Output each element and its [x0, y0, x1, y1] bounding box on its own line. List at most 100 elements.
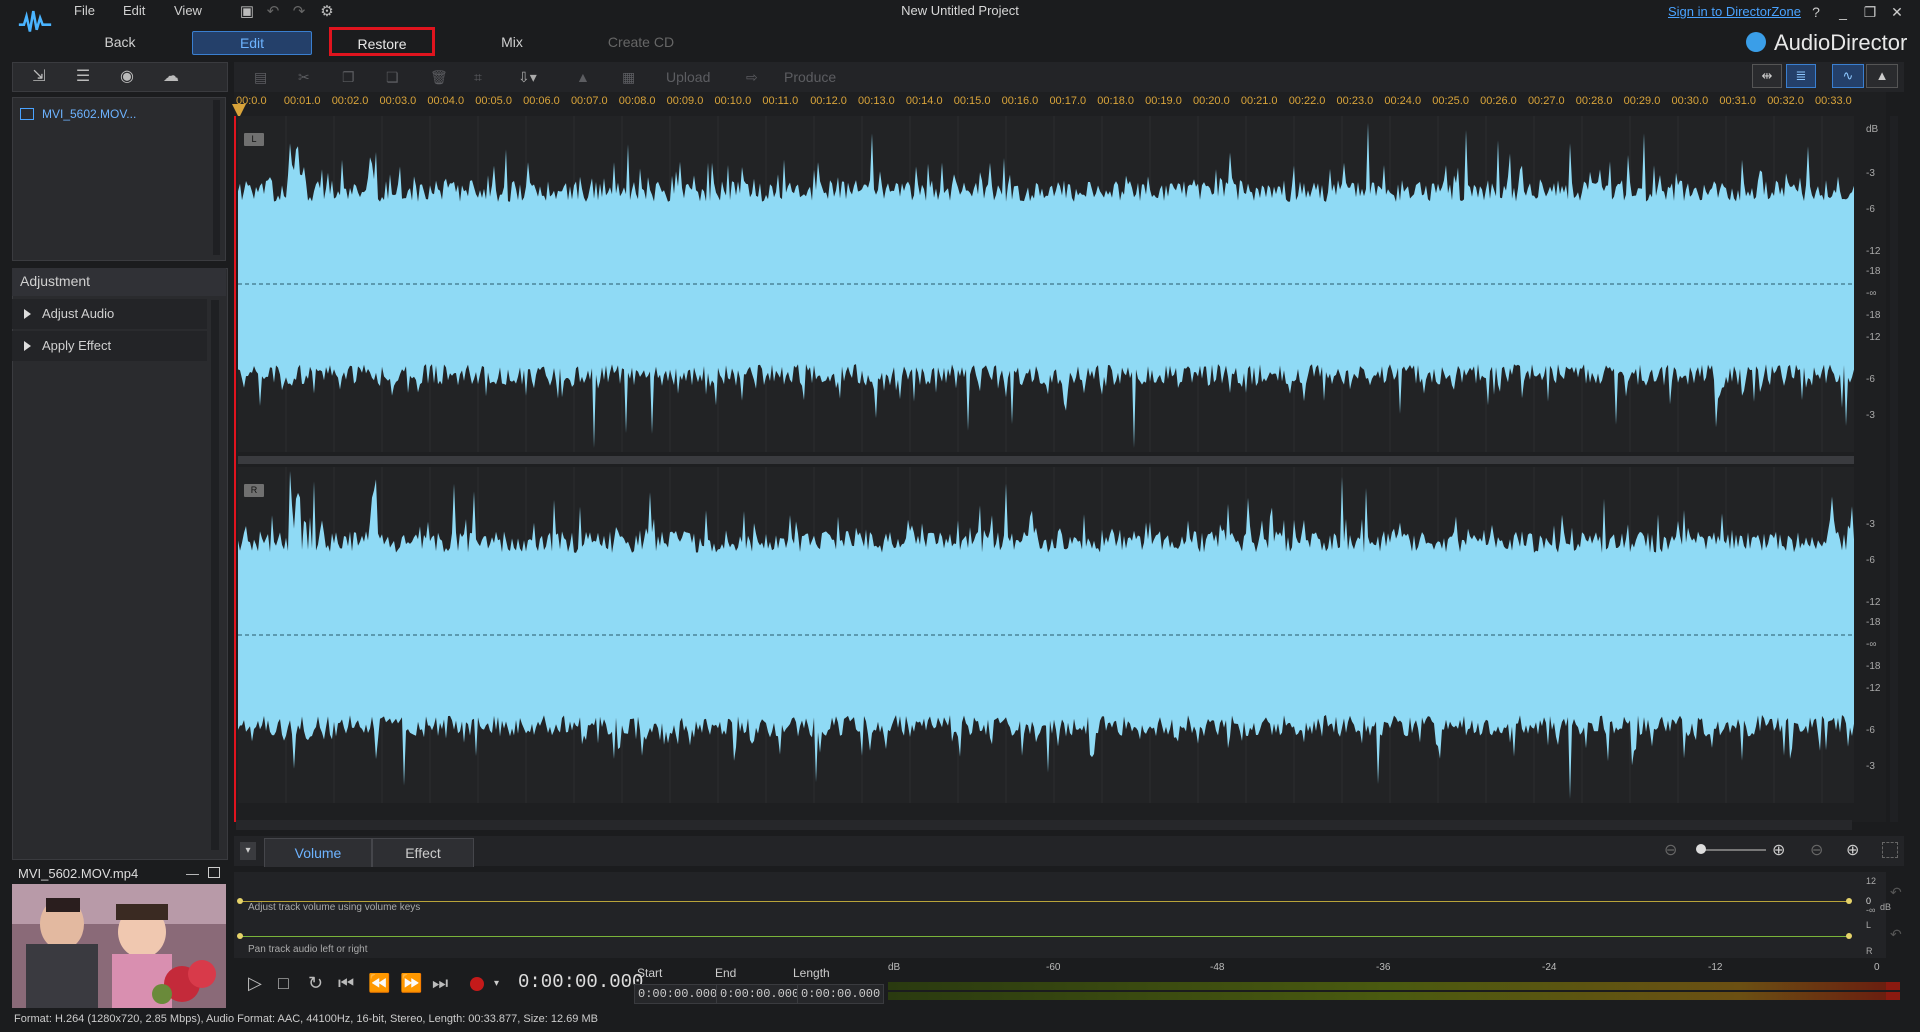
- restore-window-button[interactable]: ❐: [1859, 2, 1881, 22]
- grid-icon[interactable]: ▦: [622, 66, 635, 88]
- ruler-tick: 00:10.0: [714, 95, 752, 107]
- delete-icon[interactable]: 🗑: [430, 66, 448, 88]
- stop-icon[interactable]: □: [278, 973, 289, 994]
- collapse-icon[interactable]: ▾: [240, 842, 256, 860]
- maximize-preview-icon[interactable]: [208, 867, 220, 878]
- media-item[interactable]: MVI_5602.MOV...: [42, 107, 136, 121]
- start-label: Start: [637, 966, 663, 980]
- signin-link[interactable]: Sign in to DirectorZone: [1668, 4, 1801, 19]
- db-label: -18: [1866, 617, 1881, 628]
- reset-volume-icon[interactable]: ↶: [1890, 884, 1902, 901]
- ruler-tick: 00:20.0: [1193, 95, 1230, 107]
- length-field[interactable]: 0:00:00.000: [797, 984, 885, 1004]
- time-ruler[interactable]: 00:0.0 00:01.0 00:02.0 00:03.0 00:04.0 00:05.…: [234, 92, 1886, 116]
- import-list-icon[interactable]: ☰: [70, 66, 96, 86]
- new-icon[interactable]: ▤: [254, 66, 267, 88]
- ruler-tick: 00:02.0: [331, 95, 369, 107]
- end-field[interactable]: 0:00:00.000: [716, 984, 804, 1004]
- close-button[interactable]: ✕: [1886, 2, 1908, 22]
- paste-icon[interactable]: ❏: [386, 66, 399, 88]
- bottom-tab-bar: [234, 836, 1904, 866]
- ruler-tick: 00:09.0: [666, 95, 704, 107]
- fit-all-icon[interactable]: [1882, 842, 1898, 858]
- export-dropdown-icon[interactable]: ⇩▾: [518, 66, 537, 88]
- volume-keyframe-end[interactable]: [1846, 898, 1852, 904]
- project-title: New Untitled Project: [901, 3, 1019, 18]
- produce-button[interactable]: Produce: [784, 66, 836, 88]
- fit-wave-icon[interactable]: ⇹: [1752, 64, 1782, 88]
- pan-line[interactable]: [240, 936, 1850, 937]
- minimize-preview-icon[interactable]: —: [186, 866, 199, 881]
- volume-line[interactable]: [240, 901, 1850, 902]
- record-dropdown-icon[interactable]: ▾: [494, 978, 499, 989]
- video-preview-thumbnail: [12, 884, 226, 1008]
- play-icon[interactable]: ▷: [248, 973, 262, 994]
- ruler-tick: 00:21.0: [1240, 95, 1278, 107]
- image-icon[interactable]: ▲: [576, 66, 590, 88]
- db-label: -3: [1866, 168, 1875, 179]
- zoom-out-vertical-icon[interactable]: ⊖: [1810, 840, 1823, 860]
- pan-keyframe-end[interactable]: [1846, 933, 1852, 939]
- upload-button[interactable]: Upload: [666, 66, 710, 88]
- next-icon[interactable]: ⏭: [432, 973, 448, 994]
- volume-scale-bottom: -∞: [1866, 905, 1876, 915]
- record-icon[interactable]: [470, 977, 484, 991]
- volume-keyframe-start[interactable]: [237, 898, 243, 904]
- tab-edit[interactable]: Edit: [192, 31, 312, 55]
- pan-keyframe-start[interactable]: [237, 933, 243, 939]
- zoom-out-icon[interactable]: ⊖: [1664, 840, 1677, 860]
- zoom-in-icon[interactable]: ⊕: [1772, 840, 1785, 860]
- length-label: Length: [793, 966, 830, 980]
- adjust-audio-item[interactable]: Adjust Audio: [12, 299, 207, 329]
- volume-scale-top: 12: [1866, 876, 1877, 886]
- previous-icon[interactable]: ⏮: [338, 973, 354, 994]
- tab-create-cd[interactable]: Create CD: [594, 28, 688, 58]
- ruler-tick: 00:04.0: [427, 95, 465, 107]
- tab-restore[interactable]: Restore: [329, 27, 435, 56]
- meter-label: dB: [888, 962, 901, 973]
- zoom-slider[interactable]: [1700, 849, 1766, 851]
- ruler-tick: 00:19.0: [1145, 95, 1182, 107]
- produce-icon[interactable]: ⇨: [746, 66, 758, 88]
- fast-forward-icon[interactable]: ⏩: [400, 973, 422, 994]
- library-scrollbar[interactable]: [213, 100, 220, 255]
- meter-label: -48: [1210, 962, 1225, 973]
- cloud-icon[interactable]: ☁: [158, 66, 184, 86]
- vertical-scrollbar[interactable]: [1890, 116, 1898, 822]
- volume-pan-lanes[interactable]: [234, 872, 1886, 958]
- tab-volume[interactable]: Volume: [264, 838, 372, 867]
- copy-icon[interactable]: ❐: [342, 66, 355, 88]
- db-label: -3: [1866, 410, 1875, 421]
- rewind-icon[interactable]: ⏪: [368, 973, 390, 994]
- ruler-tick: 00:33.0: [1815, 95, 1852, 107]
- waveform-editor[interactable]: L R: [234, 116, 1886, 822]
- spectral-view-icon[interactable]: ▲: [1866, 64, 1898, 88]
- loop-icon[interactable]: ↻: [308, 973, 323, 994]
- meter-label: -60: [1046, 962, 1061, 973]
- zoom-slider-handle[interactable]: [1696, 844, 1706, 854]
- tab-effect[interactable]: Effect: [372, 838, 474, 867]
- db-label: -18: [1866, 266, 1881, 277]
- ruler-tick: 00:28.0: [1575, 95, 1613, 107]
- zoom-in-vertical-icon[interactable]: ⊕: [1846, 840, 1859, 860]
- minimize-button[interactable]: _: [1832, 2, 1854, 22]
- back-button[interactable]: Back: [80, 28, 160, 58]
- ruler-tick: 00:17.0: [1049, 95, 1087, 107]
- apply-effect-item[interactable]: Apply Effect: [12, 331, 207, 361]
- pan-right-label: R: [1866, 946, 1873, 956]
- import-folder-icon[interactable]: ⇲: [26, 66, 52, 86]
- horizontal-scrollbar[interactable]: [236, 820, 1852, 830]
- tab-mix[interactable]: Mix: [480, 28, 544, 58]
- crop-icon[interactable]: ⌗: [474, 66, 482, 88]
- db-label: -12: [1866, 683, 1881, 694]
- globe-icon[interactable]: ◉: [114, 66, 140, 86]
- reset-pan-icon[interactable]: ↶: [1890, 926, 1902, 943]
- ruler-tick: 00:08.0: [618, 95, 656, 107]
- meter-label: 0: [1874, 962, 1880, 973]
- cut-icon[interactable]: ✂: [298, 66, 310, 88]
- adjustment-scrollbar[interactable]: [211, 300, 219, 850]
- start-field[interactable]: 0:00:00.000: [634, 984, 722, 1004]
- waveform-view-icon[interactable]: ∿: [1832, 64, 1864, 88]
- help-button[interactable]: ?: [1805, 2, 1827, 22]
- channel-view-icon[interactable]: ≣: [1786, 64, 1816, 88]
